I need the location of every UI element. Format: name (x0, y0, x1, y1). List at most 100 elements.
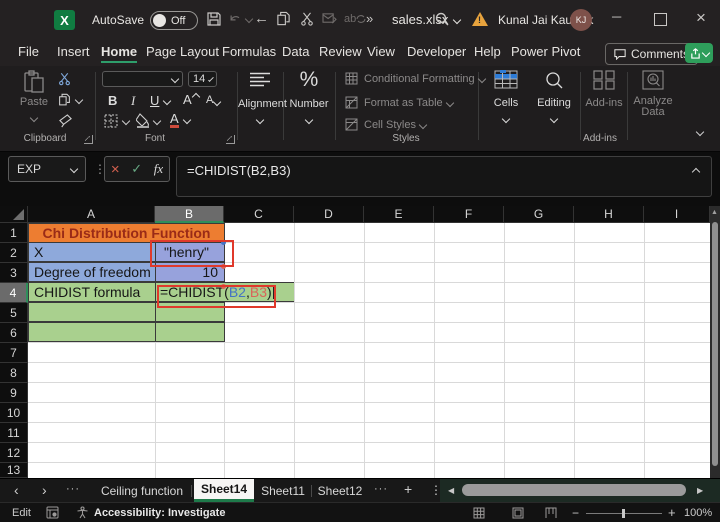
underline-button[interactable]: U (150, 93, 170, 108)
cell-styles-button[interactable]: Cell Styles (345, 118, 426, 131)
cut-icon[interactable] (300, 11, 314, 27)
page-break-view-icon[interactable] (545, 507, 557, 519)
minimize-button[interactable]: ─ (612, 9, 621, 24)
col-header-A[interactable]: A (28, 206, 155, 223)
accessibility-icon[interactable] (76, 506, 89, 519)
bold-button[interactable]: B (108, 93, 117, 108)
row-header-12[interactable]: 12 (0, 443, 28, 463)
tab-sheet14[interactable]: Sheet14 (194, 479, 254, 502)
cell-A3[interactable]: Degree of freedom (28, 262, 156, 282)
increase-font-button[interactable]: A (183, 92, 199, 107)
scroll-left-icon[interactable]: ◀ (448, 486, 454, 495)
font-name-select[interactable] (102, 71, 183, 87)
row-header-13[interactable]: 13 (0, 463, 28, 478)
col-header-C[interactable]: C (224, 206, 294, 223)
sheet-list-icon[interactable]: ··· (66, 483, 80, 495)
row-header-3[interactable]: 3 (0, 263, 28, 283)
share-button[interactable] (685, 43, 713, 63)
row-header-1[interactable]: 1 (0, 223, 28, 243)
tab-ceiling-function[interactable]: Ceiling function (95, 479, 189, 502)
cut-icon[interactable] (58, 72, 71, 86)
row-header-5[interactable]: 5 (0, 303, 28, 323)
cell-A5[interactable] (28, 302, 156, 322)
italic-button[interactable]: I (131, 93, 135, 109)
cells-button[interactable]: Cells (488, 70, 524, 127)
copy-icon[interactable] (276, 11, 291, 27)
collapse-ribbon-icon[interactable] (696, 128, 704, 136)
vertical-scrollbar[interactable]: ▲ (710, 206, 720, 478)
user-avatar[interactable]: KJ (570, 9, 592, 31)
col-header-H[interactable]: H (574, 206, 644, 223)
clipboard-dialog-launcher[interactable] (84, 135, 93, 144)
copy-icon[interactable] (58, 93, 82, 107)
editing-button[interactable]: Editing (534, 70, 574, 127)
decrease-font-button[interactable]: A (206, 94, 220, 106)
col-header-G[interactable]: G (504, 206, 574, 223)
menu-review[interactable]: Review (319, 44, 362, 59)
back-arrow-icon[interactable]: ← (254, 10, 269, 27)
cell-B6[interactable] (155, 322, 225, 342)
scroll-right-icon[interactable]: ▶ (697, 486, 703, 495)
tab-sheet11[interactable]: Sheet11 (257, 479, 309, 502)
menu-file[interactable]: File (18, 44, 39, 59)
select-all-corner[interactable] (0, 206, 28, 223)
page-layout-view-icon[interactable] (512, 507, 524, 519)
conditional-formatting-button[interactable]: Conditional Formatting (345, 72, 485, 85)
save-icon[interactable] (206, 11, 222, 27)
menu-power-pivot[interactable]: Power Pivot (511, 44, 580, 59)
sheet-prev-icon[interactable]: ‹ (14, 482, 19, 498)
search-icon[interactable] (434, 11, 450, 27)
menu-insert[interactable]: Insert (57, 44, 90, 59)
cell-A4[interactable]: CHIDIST formula (28, 282, 156, 302)
paste-button[interactable]: Paste (14, 70, 54, 126)
number-button[interactable]: % Number (287, 68, 331, 128)
cell-A2[interactable]: X (28, 242, 156, 262)
col-header-E[interactable]: E (364, 206, 434, 223)
more-commands-icon[interactable]: » (366, 11, 373, 26)
zoom-slider-handle[interactable] (622, 509, 625, 518)
menu-home[interactable]: Home (101, 44, 137, 59)
row-header-6[interactable]: 6 (0, 323, 28, 343)
zoom-in-icon[interactable]: + (668, 505, 676, 520)
tab-sheet12[interactable]: Sheet12 (314, 479, 366, 502)
horizontal-scrollbar[interactable]: ◀ ▶ (440, 479, 720, 502)
expand-formula-bar-icon[interactable] (692, 168, 700, 176)
scroll-up-icon[interactable]: ▲ (711, 209, 718, 216)
maximize-button[interactable] (654, 13, 667, 26)
document-title[interactable]: sales.xlsx (392, 12, 460, 27)
autosave-toggle[interactable]: Off (150, 11, 198, 30)
row-header-8[interactable]: 8 (0, 363, 28, 383)
format-as-table-button[interactable]: Format as Table (345, 96, 453, 109)
horizontal-scroll-thumb[interactable] (462, 484, 686, 496)
fill-color-button[interactable] (136, 113, 160, 128)
macro-record-icon[interactable] (46, 506, 59, 519)
zoom-out-icon[interactable]: − (572, 506, 579, 520)
row-header-10[interactable]: 10 (0, 403, 28, 423)
row-header-7[interactable]: 7 (0, 343, 28, 363)
enter-icon[interactable]: ✓ (131, 161, 142, 177)
warning-icon[interactable]: ! (472, 12, 488, 26)
more-sheets-icon[interactable]: ··· (374, 483, 388, 495)
menu-formulas[interactable]: Formulas (222, 44, 276, 59)
normal-view-icon[interactable] (473, 507, 485, 519)
font-size-select[interactable]: 14 (188, 71, 217, 87)
menu-data[interactable]: Data (282, 44, 309, 59)
borders-button[interactable] (104, 114, 129, 128)
row-header-11[interactable]: 11 (0, 423, 28, 443)
menu-help[interactable]: Help (474, 44, 501, 59)
cancel-icon[interactable]: × (111, 161, 120, 178)
close-button[interactable]: × (696, 8, 706, 28)
sheet-next-icon[interactable]: › (42, 482, 47, 498)
undo-icon[interactable] (228, 12, 252, 26)
new-sheet-icon[interactable]: + (404, 481, 412, 497)
font-color-button[interactable]: A (170, 112, 190, 128)
col-header-F[interactable]: F (434, 206, 504, 223)
insert-function-icon[interactable]: fx (154, 161, 163, 177)
accessibility-status[interactable]: Accessibility: Investigate (94, 507, 225, 519)
zoom-level[interactable]: 100% (684, 507, 712, 519)
col-header-D[interactable]: D (294, 206, 364, 223)
col-header-I[interactable]: I (644, 206, 710, 223)
format-painter-icon[interactable] (58, 114, 73, 128)
formula-input[interactable]: =CHIDIST(B2,B3) (176, 156, 712, 197)
row-header-2[interactable]: 2 (0, 243, 28, 263)
